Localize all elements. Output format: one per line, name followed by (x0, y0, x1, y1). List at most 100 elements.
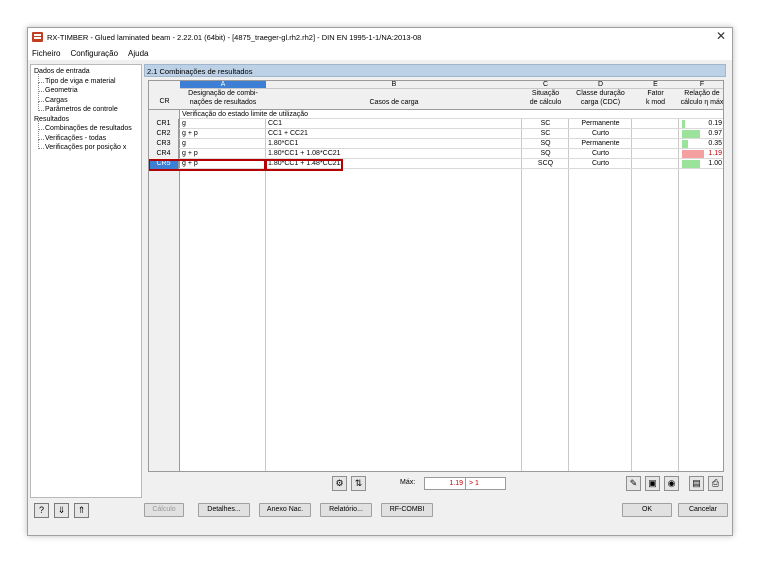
rfcombi-button[interactable]: RF-COMBI (381, 503, 433, 517)
tree-item-resultados[interactable]: Resultados (34, 115, 138, 125)
row-designation[interactable]: g (182, 119, 186, 129)
tree-item-cargas[interactable]: Cargas (34, 92, 138, 106)
header-a-line2: nações de resultados (189, 99, 257, 106)
row-load-cases[interactable]: CC1 + CC21 (268, 129, 308, 139)
display-icon[interactable]: ▣ (645, 476, 660, 491)
row-ratio[interactable]: 1.00 (708, 159, 722, 169)
row-cr[interactable]: CR4 (149, 149, 179, 159)
annex-button[interactable]: Anexo Nac. (259, 503, 311, 517)
ratio-bar (682, 150, 704, 158)
results-table[interactable]: A B C D E F CR Designação de combi- naçõ… (148, 80, 724, 472)
ratio-bar (682, 120, 686, 128)
header-f-line1: Relação de (684, 90, 720, 97)
tree-item-parametros[interactable]: Parâmetros de controle (34, 102, 138, 115)
import-icon[interactable]: ⇓ (54, 503, 69, 518)
ratio-bar (682, 130, 700, 138)
max-value-field: 1.19 > 1 (424, 477, 506, 490)
row-cdc[interactable]: Curto (569, 159, 632, 169)
header-a-line1: Designação de combi- (188, 90, 258, 97)
menu-configuracao[interactable]: Configuração (70, 49, 118, 58)
print-icon[interactable]: ⎙ (708, 476, 723, 491)
tree-item-dados-de-entrada[interactable]: Dados de entrada (34, 67, 138, 77)
sort-icon[interactable]: ⇅ (351, 476, 366, 491)
header-d-line1: Classe duração (576, 90, 625, 97)
col-letter-a[interactable]: A (180, 81, 266, 89)
tree-item-tipo-de-viga[interactable]: Tipo de viga e material (34, 73, 138, 87)
cancel-button[interactable]: Cancelar (678, 503, 728, 517)
wrench-icon[interactable]: ✎ (626, 476, 641, 491)
close-icon[interactable]: ✕ (716, 29, 726, 43)
header-c-line1: Situação (531, 90, 560, 97)
bottom-bar: ? ⇓ ⇑ Cálculo Detalhes... Anexo Nac. Rel… (28, 500, 732, 530)
max-value: 1.19 (449, 480, 463, 487)
table-header: A B C D E F CR Designação de combi- naçõ… (149, 81, 724, 110)
report-button[interactable]: Relatório... (320, 503, 372, 517)
tree-item-verificacoes-todas[interactable]: Verificações - todas (34, 130, 138, 144)
table-row[interactable]: CR1 g CC1 SC Permanente 0.19 (149, 119, 723, 129)
header-cr: CR (159, 98, 170, 105)
table-row[interactable]: CR2 g + p CC1 + CC21 SC Curto 0.97 (149, 129, 723, 139)
rx-timber-icon (32, 32, 43, 42)
header-f-line2: cálculo η máx (680, 99, 724, 106)
row-cr[interactable]: CR1 (149, 119, 179, 129)
col-letter-f[interactable]: F (679, 81, 723, 89)
app-window: RX-TIMBER - Glued laminated beam - 2.22.… (27, 27, 733, 536)
row-ratio[interactable]: 1.19 (708, 149, 722, 159)
row-situation[interactable]: SC (522, 129, 569, 139)
title-bar: RX-TIMBER - Glued laminated beam - 2.22.… (28, 28, 732, 46)
menu-ajuda[interactable]: Ajuda (128, 49, 148, 58)
export-data-icon[interactable]: ⇑ (74, 503, 89, 518)
tree-item-combinacoes[interactable]: Combinações de resultados (34, 121, 138, 134)
row-situation[interactable]: SCQ (522, 159, 569, 169)
tree-item-verificacoes-posicao[interactable]: Verificações por posição x (34, 140, 138, 153)
table-row[interactable]: CR4 g + p 1.80*CC1 + 1.08*CC21 SQ Curto 1.19 (149, 149, 723, 159)
menu-ficheiro[interactable]: Ficheiro (32, 49, 60, 58)
max-label: Máx: (400, 479, 416, 486)
ok-button[interactable]: OK (622, 503, 672, 517)
view-icon[interactable]: ◉ (664, 476, 679, 491)
row-load-cases[interactable]: 1.80*CC1 (268, 139, 298, 149)
window-title: RX-TIMBER - Glued laminated beam - 2.22.… (47, 32, 422, 42)
col-letter-b[interactable]: B (266, 81, 522, 89)
export-icon[interactable]: ▤ (689, 476, 704, 491)
row-designation[interactable]: g + p (182, 129, 198, 139)
row-load-cases[interactable]: 1.80*CC1 + 1.08*CC21 (268, 149, 341, 159)
row-ratio[interactable]: 0.19 (708, 119, 722, 129)
navigator-tree: Dados de entrada Tipo de viga e material… (30, 64, 142, 498)
row-ratio[interactable]: 0.97 (708, 129, 722, 139)
col-letter-e[interactable]: E (632, 81, 679, 89)
calc-button[interactable]: Cálculo (144, 503, 184, 517)
row-designation[interactable]: g (182, 139, 186, 149)
highlight-box-cr5-b (265, 159, 343, 171)
table-row[interactable]: CR3 g 1.80*CC1 SQ Permanente 0.35 (149, 139, 723, 149)
row-situation[interactable]: SQ (522, 139, 569, 149)
col-letter-c[interactable]: C (522, 81, 569, 89)
row-load-cases[interactable]: CC1 (268, 119, 282, 129)
table-subheader: Verificação do estado limite de utilizaç… (180, 110, 723, 119)
header-c-line2: de cálculo (529, 99, 562, 106)
col-letter-d[interactable]: D (569, 81, 632, 89)
filter-icon[interactable]: ⚙ (332, 476, 347, 491)
ratio-bar (682, 140, 689, 148)
row-cdc[interactable]: Curto (569, 149, 632, 159)
header-b: Casos de carga (369, 99, 419, 106)
row-ratio[interactable]: 0.35 (708, 139, 722, 149)
help-icon[interactable]: ? (34, 503, 49, 518)
row-cdc[interactable]: Permanente (569, 139, 632, 149)
row-situation[interactable]: SC (522, 119, 569, 129)
table-toolbar: ⚙ ⇅ Máx: 1.19 > 1 ✎ ▣ ◉ ▤ ⎙ (148, 473, 724, 495)
results-panel: 2.1 Combinações de resultados A B C D E … (144, 64, 726, 498)
row-situation[interactable]: SQ (522, 149, 569, 159)
header-e-line2: k mod (645, 99, 666, 106)
row-cdc[interactable]: Permanente (569, 119, 632, 129)
menu-bar: Ficheiro Configuração Ajuda (28, 46, 732, 60)
header-e-line1: Fator (647, 90, 664, 97)
header-d-line2: carga (CDC) (580, 99, 621, 106)
details-button[interactable]: Detalhes... (198, 503, 250, 517)
ratio-bar (682, 160, 701, 168)
tree-item-geometria[interactable]: Geometria (34, 83, 138, 96)
row-designation[interactable]: g + p (182, 149, 198, 159)
row-cr[interactable]: CR2 (149, 129, 179, 139)
row-cdc[interactable]: Curto (569, 129, 632, 139)
row-cr[interactable]: CR3 (149, 139, 179, 149)
